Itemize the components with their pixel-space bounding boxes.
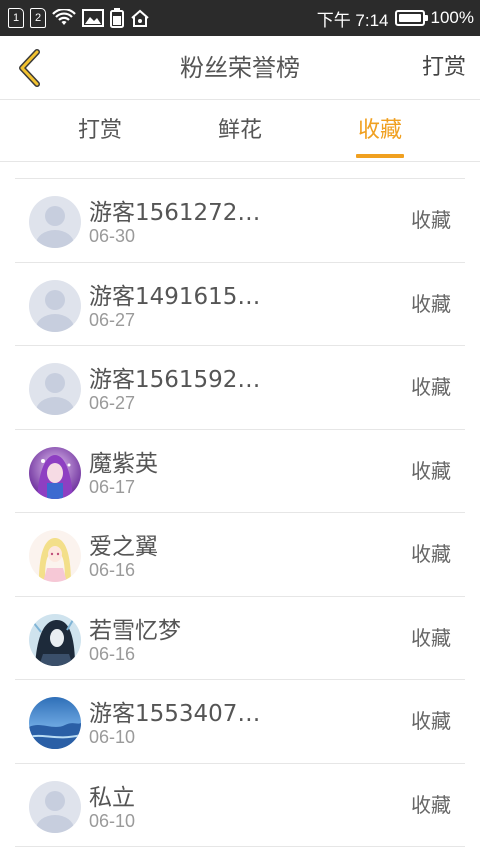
status-bar: 1 2 下午 7:14 100% [0,0,480,36]
fan-name: 游客1561272… [89,200,261,226]
list-item[interactable]: 游客1491615… 06-27 收藏 [15,263,465,346]
fan-name: 爱之翼 [89,534,158,560]
blonde-anime-avatar [29,530,81,582]
list-item[interactable]: 若雪忆梦 06-16 收藏 [15,597,465,680]
default-avatar-icon [29,780,81,833]
active-tab-indicator [356,154,404,158]
page-title: 粉丝荣誉榜 [180,54,300,82]
action-label: 收藏 [411,375,451,399]
fan-date: 06-16 [89,643,136,664]
chevron-left-icon [19,49,40,87]
battery-level-fill [398,14,421,22]
action-label: 收藏 [411,625,451,650]
list-item[interactable]: 爱之翼 06-16 收藏 [15,513,465,597]
fan-date: 06-27 [89,393,136,413]
gallery-icon [82,9,104,27]
fan-date: 06-17 [89,476,136,497]
app-header: 粉丝荣誉榜 打赏 [0,36,480,100]
status-icons-right: 下午 7:14 100% [317,6,474,31]
blue-landscape-avatar [29,697,81,749]
tab-reward[interactable]: 打赏 [60,100,140,162]
action-label: 收藏 [411,709,451,733]
action-label: 收藏 [411,542,451,566]
default-avatar-icon [29,363,81,415]
battery-percent: 100% [430,8,474,27]
action-label: 收藏 [411,291,451,316]
clock-time: 下午 7:14 [316,10,389,30]
fan-name: 私立 [89,784,135,811]
reward-button[interactable]: 打赏 [422,36,466,100]
fan-date: 06-10 [89,727,136,747]
list-item[interactable]: 游客1561272… 06-30 收藏 [15,179,465,263]
purple-anime-avatar [29,446,81,499]
fan-date: 06-27 [89,309,136,330]
status-icons-left: 1 2 [8,8,150,28]
dark-anime-avatar [29,613,81,666]
tab-favorites[interactable]: 收藏 [340,100,420,162]
list-item[interactable]: 游客1561592… 06-27 收藏 [15,346,465,430]
fan-list: 游客1561272… 06-30 收藏 游客1491615… 06-27 收藏 … [15,178,465,847]
fan-name: 游客1553407… [89,701,261,727]
wifi-icon [52,9,76,25]
fan-date: 06-16 [89,560,136,580]
fan-name: 游客1491615… [89,283,261,310]
action-label: 收藏 [411,458,451,483]
fan-name: 若雪忆梦 [89,617,181,644]
fan-name: 游客1561592… [89,367,261,393]
battery-saver-icon [110,8,124,28]
list-item[interactable]: 魔紫英 06-17 收藏 [15,430,465,513]
list-item[interactable]: 私立 06-10 收藏 [15,764,465,847]
default-avatar-icon [29,196,81,248]
sim-1-icon: 1 [8,8,24,28]
sim-2-label: 2 [34,12,42,24]
list-item[interactable]: 游客1553407… 06-10 收藏 [15,680,465,764]
fan-name: 魔紫英 [89,450,158,477]
default-avatar-icon [29,279,81,332]
home-icon [131,9,149,27]
sim-1-label: 1 [12,12,20,24]
tab-bar: 打赏 鲜花 收藏 [0,100,480,162]
fan-date: 06-30 [89,226,136,246]
tab-flowers[interactable]: 鲜花 [200,100,280,162]
action-label: 收藏 [411,208,451,232]
action-label: 收藏 [411,792,451,817]
back-button[interactable] [10,46,50,90]
fan-date: 06-10 [89,810,136,831]
sim-2-icon: 2 [30,8,46,28]
battery-icon [394,10,428,26]
